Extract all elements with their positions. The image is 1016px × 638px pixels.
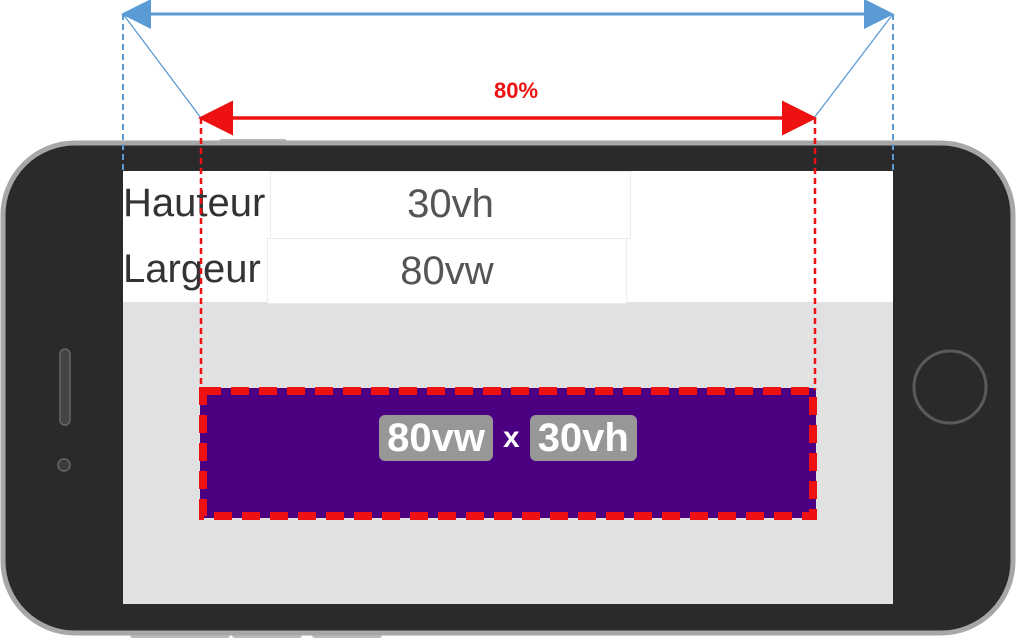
left-taper-line (122, 13, 202, 119)
right-taper-line (813, 13, 894, 119)
eighty-percent-label: 80% (493, 78, 539, 103)
demo-box-outline (199, 387, 817, 520)
